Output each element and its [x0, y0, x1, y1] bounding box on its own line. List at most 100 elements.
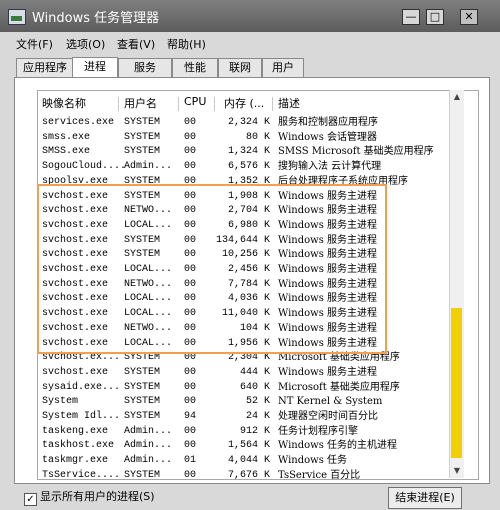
menu-help[interactable]: 帮助(H)	[167, 36, 206, 52]
cpu-cell: 00	[184, 381, 197, 393]
description-cell: Microsoft 基础类应用程序	[278, 381, 400, 393]
tab-processes[interactable]: 进程	[72, 57, 118, 78]
column-header-memory[interactable]: 内存 (...	[224, 95, 264, 113]
table-row[interactable]: spoolsv.exe SYSTEM 00 1,352 K 后台处理程序子系统应用程序	[38, 174, 448, 189]
end-process-button[interactable]: 结束进程(E)	[388, 487, 462, 509]
column-header-image-name[interactable]: 映像名称	[42, 95, 86, 113]
table-row[interactable]: svchost.exe SYSTEM 00 444 K Windows 服务主进程	[38, 365, 448, 380]
table-row[interactable]: svchost.exe LOCAL... 00 2,456 K Windows 服务主进…	[38, 262, 448, 277]
menu-file[interactable]: 文件(F)	[16, 36, 53, 52]
show-all-users-label: 显示所有用户的进程(S)	[40, 490, 155, 503]
vertical-scrollbar[interactable]: ▲ ▼	[449, 90, 464, 478]
cpu-cell: 00	[184, 249, 197, 261]
memory-cell: 11,040 K	[221, 308, 270, 320]
table-row[interactable]: svchost.exe NETWO... 00 104 K Windows 服务主进程	[38, 321, 448, 336]
user-name-cell: LOCAL...	[124, 337, 173, 349]
column-divider[interactable]	[214, 97, 215, 111]
column-divider[interactable]	[178, 97, 179, 111]
process-list[interactable]: 映像名称 用户名 CPU 内存 (... 描述 services.exe SYST…	[37, 90, 479, 480]
memory-cell: 80 K	[245, 131, 270, 143]
cpu-cell: 94	[184, 411, 197, 422]
table-row[interactable]: System Idl... SYSTEM 94 24 K 处理器空闲时间百分比	[38, 409, 448, 424]
menu-options[interactable]: 选项(O)	[66, 36, 105, 52]
tab-networking[interactable]: 联网	[218, 58, 262, 77]
image-name-cell: svchost.exe	[42, 264, 109, 275]
table-row[interactable]: System SYSTEM 00 52 K NT Kernel & System	[38, 394, 448, 409]
memory-cell: 1,908 K	[227, 190, 270, 202]
memory-cell: 52 K	[245, 396, 270, 408]
table-row[interactable]: svchost.exe LOCAL... 00 11,040 K Windows 服务主…	[38, 306, 448, 321]
table-row[interactable]: svchost.exe SYSTEM 00 10,256 K Windows 服务主进程	[38, 247, 448, 262]
cpu-cell: 00	[184, 293, 197, 305]
user-name-cell: LOCAL...	[124, 293, 173, 305]
table-row[interactable]: svchost.exe LOCAL... 00 4,036 K Windows 服务主进…	[38, 291, 448, 306]
table-row[interactable]: svchost.exe NETWO... 00 2,704 K Windows 服务主进…	[38, 203, 448, 218]
column-header-cpu[interactable]: CPU	[184, 95, 206, 113]
description-cell: Windows 服务主进程	[278, 264, 378, 275]
description-cell: Windows 服务主进程	[278, 278, 378, 290]
table-row[interactable]: smss.exe SYSTEM 00 80 K Windows 会话管理器	[38, 130, 448, 145]
minimize-button[interactable]: —	[402, 9, 420, 25]
table-row[interactable]: taskmgr.exe Admin... 01 4,044 K Windows 任务	[38, 453, 448, 468]
description-cell: Windows 服务主进程	[278, 337, 378, 349]
table-row[interactable]: svchost.ex... SYSTEM 00 2,304 K Microsoft 基础…	[38, 350, 448, 365]
memory-cell: 1,564 K	[227, 440, 270, 452]
column-divider[interactable]	[272, 97, 273, 111]
description-cell: Windows 服务主进程	[278, 322, 378, 334]
column-header-user-name[interactable]: 用户名	[124, 95, 157, 113]
user-name-cell: SYSTEM	[124, 469, 161, 480]
table-row[interactable]: taskeng.exe Admin... 00 912 K 任务计划程序引擎	[38, 424, 448, 439]
table-row[interactable]: svchost.exe LOCAL... 00 6,980 K Windows 服务主进…	[38, 218, 448, 233]
description-cell: 服务和控制器应用程序	[278, 117, 378, 128]
image-name-cell: taskhost.exe	[42, 440, 115, 452]
memory-cell: 444 K	[239, 366, 270, 378]
column-header-description[interactable]: 描述	[278, 95, 300, 113]
scrollbar-thumb[interactable]	[451, 308, 462, 458]
tab-strip: 应用程序 进程 服务 性能 联网 用户	[0, 57, 500, 78]
description-cell: Windows 服务主进程	[278, 234, 378, 246]
user-name-cell: SYSTEM	[124, 234, 161, 246]
table-row[interactable]: sysaid.exe... SYSTEM 00 640 K Microsoft 基础类应…	[38, 380, 448, 395]
table-row[interactable]: svchost.exe NETWO... 00 7,784 K Windows 服务主进…	[38, 277, 448, 292]
user-name-cell: Admin...	[124, 425, 173, 437]
table-row[interactable]: svchost.exe LOCAL... 00 1,956 K Windows 服务主进…	[38, 336, 448, 351]
tab-performance[interactable]: 性能	[172, 58, 218, 77]
table-row[interactable]: services.exe SYSTEM 00 2,324 K 服务和控制器应用程序	[38, 115, 448, 130]
description-cell: Microsoft 基础类应用程序	[278, 352, 400, 364]
image-name-cell: svchost.exe	[42, 205, 109, 217]
table-row[interactable]: SMSS.exe SYSTEM 00 1,324 K SMSS Microsoft 基础…	[38, 144, 448, 159]
checkbox-checked-icon[interactable]: ✓	[24, 493, 37, 506]
tab-services[interactable]: 服务	[118, 58, 172, 77]
table-row[interactable]: taskhost.exe Admin... 00 1,564 K Windows 任务的…	[38, 438, 448, 453]
column-divider[interactable]	[118, 97, 119, 111]
user-name-cell: NETWO...	[124, 322, 173, 334]
menu-bar: 文件(F) 选项(O) 查看(V) 帮助(H)	[0, 34, 500, 52]
cpu-cell: 00	[184, 175, 197, 187]
description-cell: Windows 服务主进程	[278, 249, 378, 261]
memory-cell: 10,256 K	[221, 249, 270, 261]
cpu-cell: 00	[184, 234, 197, 246]
table-row[interactable]: SogouCloud.... Admin... 00 6,576 K 搜狗输入法 云计算…	[38, 159, 448, 174]
scroll-up-arrow-icon[interactable]: ▲	[450, 90, 464, 104]
memory-cell: 134,644 K	[215, 234, 270, 246]
tab-users[interactable]: 用户	[262, 58, 304, 77]
user-name-cell: SYSTEM	[124, 131, 161, 143]
tab-applications[interactable]: 应用程序	[16, 58, 74, 77]
cpu-cell: 00	[184, 264, 197, 275]
description-cell: 后台处理程序子系统应用程序	[278, 175, 408, 187]
close-button[interactable]: ✕	[460, 9, 478, 25]
table-row[interactable]: svchost.exe SYSTEM 00 134,644 K Windows 服务主进…	[38, 233, 448, 248]
user-name-cell: LOCAL...	[124, 219, 173, 231]
user-name-cell: SYSTEM	[124, 117, 161, 128]
cpu-cell: 00	[184, 219, 197, 231]
scroll-down-arrow-icon[interactable]: ▼	[450, 464, 464, 478]
task-manager-window: Windows 任务管理器 — □ ✕ 文件(F) 选项(O) 查看(V) 帮助…	[0, 0, 500, 510]
maximize-button[interactable]: □	[426, 9, 444, 25]
image-name-cell: svchost.exe	[42, 190, 109, 202]
memory-cell: 7,784 K	[227, 278, 270, 290]
show-all-users-checkbox[interactable]: ✓ 显示所有用户的进程(S)	[24, 488, 155, 506]
image-name-cell: svchost.exe	[42, 308, 109, 320]
table-row[interactable]: TsService.... SYSTEM 00 7,676 K TsService 百分…	[38, 468, 448, 480]
menu-view[interactable]: 查看(V)	[117, 36, 155, 52]
table-row[interactable]: svchost.exe SYSTEM 00 1,908 K Windows 服务主进程	[38, 189, 448, 204]
